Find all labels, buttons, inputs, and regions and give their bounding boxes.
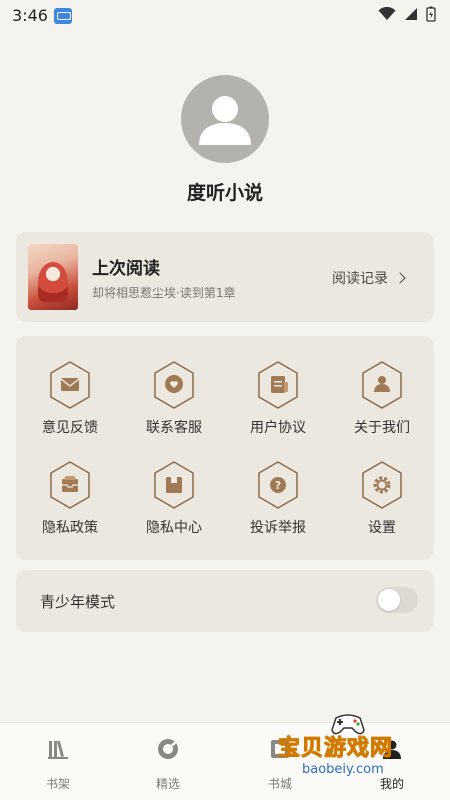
status-bar: 3:46 bbox=[0, 0, 450, 32]
envelope-icon bbox=[50, 361, 90, 409]
status-icons bbox=[378, 6, 436, 22]
menu-item-label: 隐私中心 bbox=[146, 520, 202, 536]
watermark-url: baobeiy.com bbox=[302, 762, 384, 777]
menu-item-label: 设置 bbox=[368, 520, 396, 536]
svg-text:?: ? bbox=[275, 479, 281, 492]
menu-item-label: 隐私政策 bbox=[42, 520, 98, 536]
bookshelf-icon bbox=[48, 740, 68, 759]
user-silhouette-icon bbox=[199, 96, 251, 145]
chat-heart-icon bbox=[154, 361, 194, 409]
username[interactable]: 度听小说 bbox=[0, 178, 450, 205]
menu-item-label: 联系客服 bbox=[146, 420, 202, 436]
featured-icon bbox=[158, 739, 178, 759]
menu-item-5[interactable]: 隐私政策 bbox=[18, 438, 122, 538]
last-read-card[interactable]: 上次阅读 却将相思惹尘埃·读到第1章 阅读记录 bbox=[16, 232, 434, 322]
inbox-icon bbox=[50, 461, 90, 509]
battery-icon bbox=[426, 6, 436, 22]
feature-grid: 意见反馈 联系客服 用户协议 关于我们 隐私政策 隐私中心? 投诉举报 设置 bbox=[16, 336, 434, 560]
question-icon: ? bbox=[258, 461, 298, 509]
document-icon bbox=[258, 361, 298, 409]
book-cover[interactable] bbox=[28, 244, 78, 310]
menu-item-label: 用户协议 bbox=[250, 420, 306, 436]
menu-item-label: 关于我们 bbox=[354, 420, 410, 436]
menu-item-label: 意见反馈 bbox=[42, 420, 98, 436]
watermark-text: 宝贝游戏网 bbox=[277, 736, 394, 762]
menu-item-2[interactable]: 联系客服 bbox=[122, 338, 226, 438]
last-read-title: 上次阅读 bbox=[92, 259, 160, 279]
reading-history-label: 阅读记录 bbox=[332, 271, 388, 287]
person-icon bbox=[362, 361, 402, 409]
menu-item-3[interactable]: 用户协议 bbox=[226, 338, 330, 438]
teen-mode-label: 青少年模式 bbox=[40, 593, 116, 611]
teen-mode-card: 青少年模式 bbox=[16, 570, 434, 632]
gear-icon bbox=[362, 461, 402, 509]
menu-item-8[interactable]: 设置 bbox=[330, 438, 434, 538]
watermark: 宝贝游戏网 baobeiy.com bbox=[272, 712, 442, 792]
menu-item-7[interactable]: ? 投诉举报 bbox=[226, 438, 330, 538]
menu-item-label: 投诉举报 bbox=[250, 520, 306, 536]
toggle-knob bbox=[378, 589, 400, 611]
menu-item-6[interactable]: 隐私中心 bbox=[122, 438, 226, 538]
wifi-icon bbox=[378, 7, 396, 20]
app-notification-icon bbox=[54, 8, 72, 24]
feature-grid-card: 意见反馈 联系客服 用户协议 关于我们 隐私政策 隐私中心? 投诉举报 设置 bbox=[16, 336, 434, 560]
nav-tab-1[interactable]: 书架 bbox=[2, 723, 114, 800]
nav-tab-label: 精选 bbox=[155, 777, 180, 791]
signal-icon bbox=[405, 8, 417, 20]
reading-history-link[interactable]: 阅读记录 bbox=[332, 268, 406, 288]
avatar[interactable] bbox=[181, 75, 269, 163]
nav-tab-2[interactable]: 精选 bbox=[112, 723, 224, 800]
chevron-right-icon bbox=[394, 272, 406, 284]
nav-tab-label: 书架 bbox=[45, 777, 70, 791]
teen-mode-toggle[interactable] bbox=[376, 587, 418, 613]
menu-item-4[interactable]: 关于我们 bbox=[330, 338, 434, 438]
menu-item-1[interactable]: 意见反馈 bbox=[18, 338, 122, 438]
box-icon bbox=[154, 461, 194, 509]
last-read-subtitle: 却将相思惹尘埃·读到第1章 bbox=[92, 286, 236, 300]
status-time: 3:46 bbox=[12, 6, 48, 25]
